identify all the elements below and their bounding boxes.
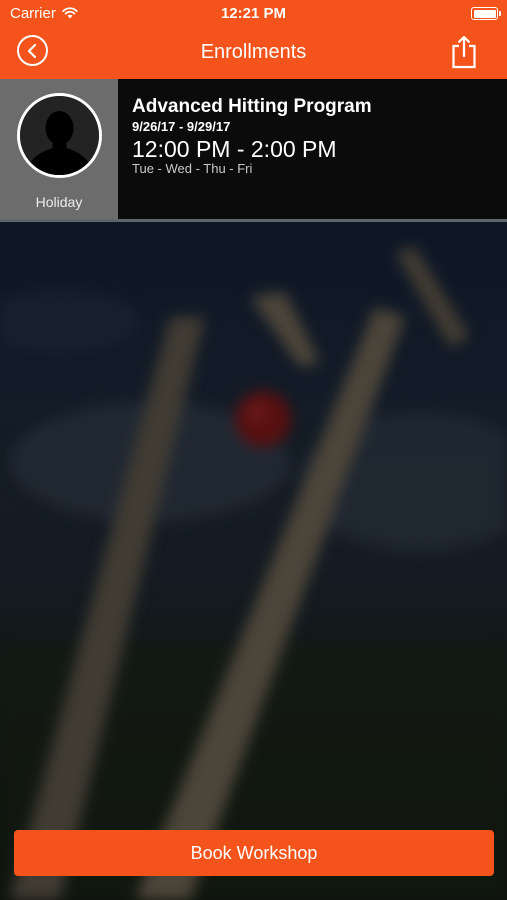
app-header: Carrier 12:21 PM Enrollments bbox=[0, 0, 507, 79]
card-divider bbox=[0, 219, 507, 222]
share-icon bbox=[452, 35, 476, 69]
program-title: Advanced Hitting Program bbox=[132, 96, 372, 117]
background-photo bbox=[0, 222, 507, 900]
program-time: 12:00 PM - 2:00 PM bbox=[132, 136, 337, 162]
avatar-panel: Holiday bbox=[0, 79, 118, 219]
enrollment-card[interactable]: Holiday Advanced Hitting Program 9/26/17… bbox=[0, 79, 507, 219]
enrollments-screen: Carrier 12:21 PM Enrollments Holiday Adv… bbox=[0, 0, 507, 900]
back-arrow-circle-icon bbox=[27, 43, 37, 59]
clock-time: 12:21 PM bbox=[220, 5, 287, 22]
status-label: Holiday bbox=[35, 194, 83, 210]
navigation-bar: Enrollments bbox=[0, 28, 507, 79]
page-title: Enrollments bbox=[200, 41, 307, 63]
program-info: Advanced Hitting Program 9/26/17 - 9/29/… bbox=[132, 96, 492, 176]
program-days: Tue - Wed - Thu - Fri bbox=[132, 161, 253, 176]
book-workshop-button[interactable]: Book Workshop bbox=[14, 830, 494, 876]
share-button[interactable] bbox=[451, 34, 477, 70]
avatar bbox=[17, 93, 102, 178]
photo-overlay bbox=[0, 222, 507, 900]
back-button[interactable] bbox=[17, 35, 48, 66]
person-silhouette-icon bbox=[20, 96, 99, 175]
status-bar: Carrier 12:21 PM bbox=[0, 0, 507, 28]
battery-icon bbox=[471, 7, 501, 20]
program-dates: 9/26/17 - 9/29/17 bbox=[132, 119, 231, 134]
